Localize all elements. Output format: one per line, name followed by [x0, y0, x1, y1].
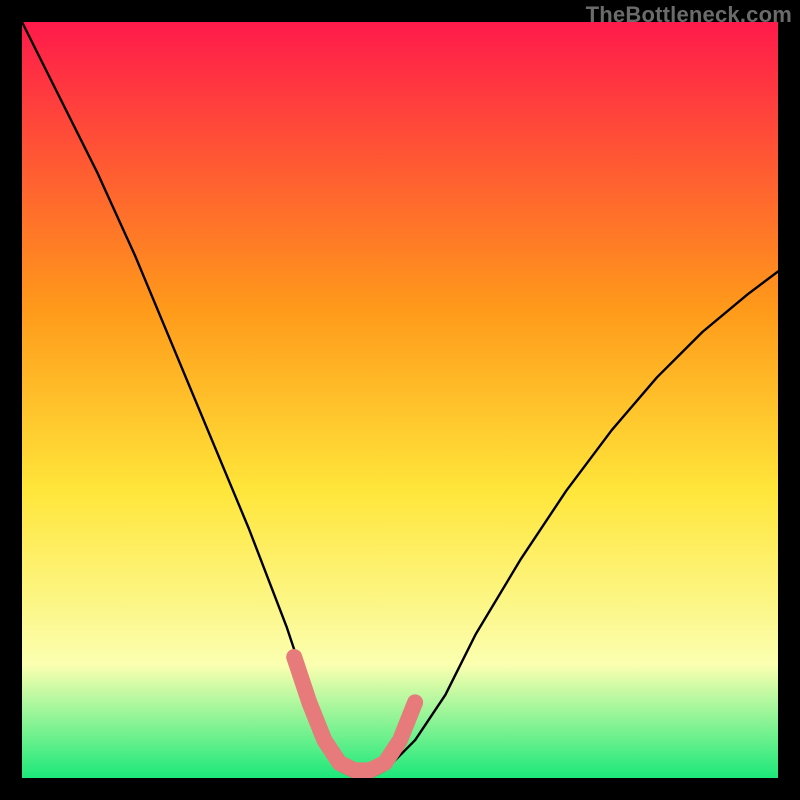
plot-svg: [22, 22, 778, 778]
gradient-background: [22, 22, 778, 778]
plot-area: [22, 22, 778, 778]
chart-frame: TheBottleneck.com: [0, 0, 800, 800]
